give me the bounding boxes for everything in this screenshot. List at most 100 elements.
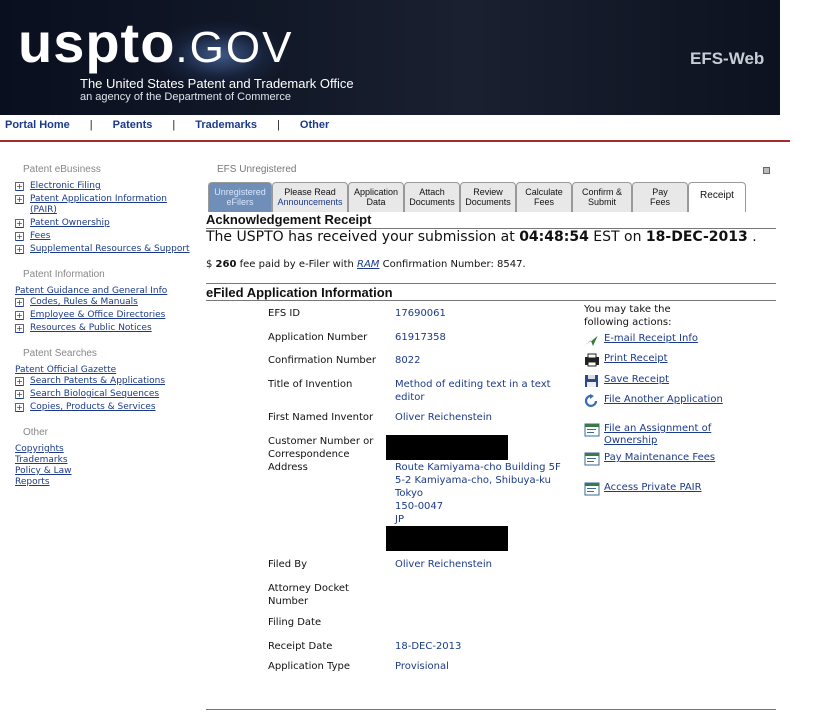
expand-icon[interactable]: + <box>15 245 24 254</box>
nav-separator: | <box>172 119 176 131</box>
app-number-label: Application Number <box>268 332 368 343</box>
subtagline: an agency of the Department of Commerce <box>80 91 291 103</box>
confirmation-label: Confirmation Number <box>268 355 377 366</box>
pay-maintenance-action[interactable]: Pay Maintenance Fees <box>584 452 724 466</box>
nav-other[interactable]: Other <box>300 119 329 131</box>
sidebar-item-codes[interactable]: + Codes, Rules & Manuals <box>15 297 190 308</box>
ack-title: Acknowledgement Receipt <box>206 212 372 227</box>
expand-icon[interactable]: + <box>15 390 24 399</box>
expand-icon[interactable]: + <box>15 219 24 228</box>
filed-by-label: Filed By <box>268 559 308 570</box>
sidebar: Patent eBusiness + Electronic Filing + Pat… <box>15 164 190 502</box>
expand-icon[interactable]: + <box>15 195 24 204</box>
confirmation-value: 8022 <box>395 355 421 366</box>
app-type-label: Application Type <box>268 661 351 672</box>
sidebar-link-guidance[interactable]: Patent Guidance and General Info <box>15 286 190 297</box>
save-icon <box>585 375 598 387</box>
nav-separator: | <box>89 119 93 131</box>
email-receipt-action[interactable]: E-mail Receipt Info <box>584 333 724 347</box>
access-pair-action[interactable]: Access Private PAIR <box>584 482 724 496</box>
minimize-icon[interactable] <box>763 167 770 174</box>
expand-icon[interactable]: + <box>15 232 24 241</box>
tab-pay-fees[interactable]: Pay Fees <box>632 182 688 212</box>
sidebar-item-fees[interactable]: + Fees <box>15 231 190 242</box>
efs-id-label: EFS ID <box>268 308 301 319</box>
docket-label: Attorney Docket Number <box>268 583 349 607</box>
sidebar-item-electronic-filing[interactable]: + Electronic Filing <box>15 181 190 192</box>
sidebar-item-copies[interactable]: + Copies, Products & Services <box>15 402 190 413</box>
address-line: JP <box>395 514 404 525</box>
print-icon <box>585 353 599 367</box>
tab-receipt[interactable]: Receipt <box>688 182 746 212</box>
divider <box>206 300 776 301</box>
inventor-value: Oliver Reichenstein <box>395 412 492 423</box>
refresh-icon <box>584 394 598 407</box>
sidebar-item-search-sequences[interactable]: + Search Biological Sequences <box>15 389 190 400</box>
sidebar-link-gazette[interactable]: Patent Official Gazette <box>15 365 190 376</box>
sidebar-group-information: Patent Information Patent Guidance and G… <box>15 269 190 334</box>
expand-icon[interactable]: + <box>15 311 24 320</box>
redacted-block <box>386 526 508 551</box>
sidebar-link-policy[interactable]: Policy & Law <box>15 466 190 477</box>
sidebar-item-directories[interactable]: + Employee & Office Directories <box>15 310 190 321</box>
sidebar-item-notices[interactable]: + Resources & Public Notices <box>15 323 190 334</box>
print-receipt-action[interactable]: Print Receipt <box>584 353 724 367</box>
efiled-title: eFiled Application Information <box>206 285 393 300</box>
address-line: 5-2 Kamiyama-cho, Shibuya-ku <box>395 475 552 486</box>
nav-portal-home[interactable]: Portal Home <box>5 119 70 131</box>
app-type-value: Provisional <box>395 661 449 672</box>
expand-icon[interactable]: + <box>15 377 24 386</box>
sidebar-item-supplemental[interactable]: + Supplemental Resources & Support <box>15 244 190 255</box>
sidebar-heading: Other <box>23 427 49 438</box>
address-line: Tokyo <box>395 488 423 499</box>
title-label: Title of Invention <box>268 379 353 390</box>
efs-id-value: 17690061 <box>395 308 446 319</box>
tab-confirm-submit[interactable]: Confirm & Submit <box>572 182 632 212</box>
tab-announcements[interactable]: Please Read Announcements <box>272 182 348 212</box>
document-icon <box>584 452 600 466</box>
sidebar-item-pair[interactable]: + Patent Application Information (PAIR) <box>15 194 190 216</box>
divider <box>206 283 776 284</box>
expand-icon[interactable]: + <box>15 182 24 191</box>
address-line: 150-0047 <box>395 501 444 512</box>
ram-link[interactable]: RAM <box>357 259 379 270</box>
sidebar-item-ownership[interactable]: + Patent Ownership <box>15 218 190 229</box>
efs-web-label: EFS-Web <box>690 49 765 68</box>
sidebar-item-search-patents[interactable]: + Search Patents & Applications <box>15 376 190 387</box>
expand-icon[interactable]: + <box>15 324 24 333</box>
nav-trademarks[interactable]: Trademarks <box>195 119 257 131</box>
tab-application-data[interactable]: Application Data <box>348 182 404 212</box>
receipt-date-value: 18-DEC-2013 <box>395 641 462 652</box>
sidebar-link-reports[interactable]: Reports <box>15 477 190 488</box>
sidebar-link-trademarks[interactable]: Trademarks <box>15 455 190 466</box>
tab-attach-documents[interactable]: Attach Documents <box>404 182 460 212</box>
header-divider <box>0 140 790 142</box>
expand-icon[interactable]: + <box>15 403 24 412</box>
divider <box>206 709 776 710</box>
receipt-date-label: Receipt Date <box>268 641 333 652</box>
title-value: Method of editing text in a text editor <box>395 379 551 403</box>
app-number-value: 61917358 <box>395 332 446 343</box>
email-icon <box>585 334 599 346</box>
nav-patents[interactable]: Patents <box>113 119 153 131</box>
redacted-block <box>386 435 508 460</box>
tab-calculate-fees[interactable]: Calculate Fees <box>516 182 572 212</box>
sidebar-heading: Patent eBusiness <box>23 164 101 175</box>
save-receipt-action[interactable]: Save Receipt <box>584 374 724 388</box>
tab-bar: Unregistered eFilers Please Read Announcem… <box>208 182 746 212</box>
sidebar-heading: Patent Information <box>23 269 105 280</box>
inventor-label: First Named Inventor <box>268 412 374 423</box>
file-assignment-action[interactable]: File an Assignment of Ownership <box>584 423 724 447</box>
actions-heading: You may take the following actions: <box>584 304 672 328</box>
sidebar-heading: Patent Searches <box>23 348 97 359</box>
uspto-logo[interactable]: uspto.GOV <box>18 10 293 75</box>
tab-review-documents[interactable]: Review Documents <box>460 182 516 212</box>
header-banner: uspto.GOV The United States Patent and T… <box>0 0 780 115</box>
sidebar-link-copyrights[interactable]: Copyrights <box>15 444 190 455</box>
filed-by-value: Oliver Reichenstein <box>395 559 492 570</box>
sidebar-group-ebusiness: Patent eBusiness + Electronic Filing + Pat… <box>15 164 190 255</box>
file-another-action[interactable]: File Another Application <box>584 394 724 408</box>
nav-separator: | <box>277 119 280 131</box>
expand-icon[interactable]: + <box>15 298 24 307</box>
tab-unregistered[interactable]: Unregistered eFilers <box>208 182 272 212</box>
